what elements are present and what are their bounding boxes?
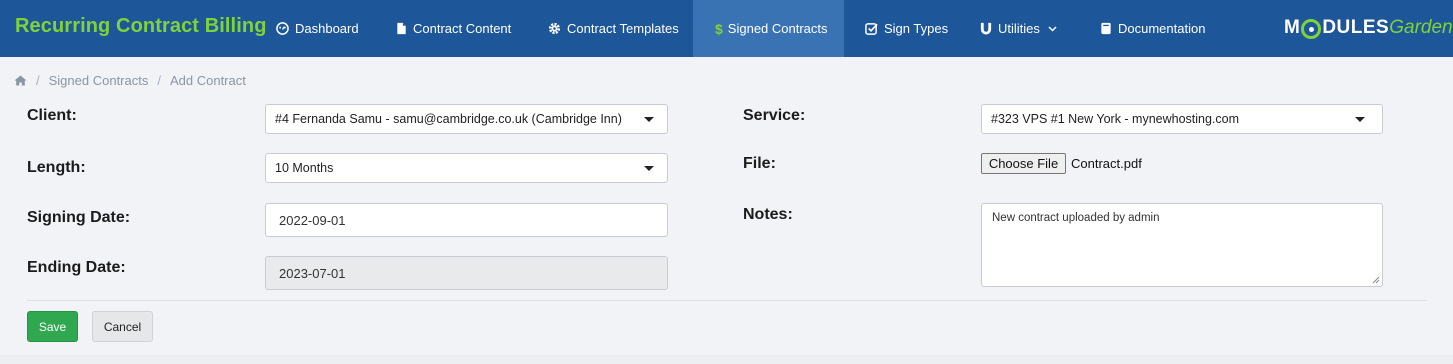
breadcrumb-current: Add Contract [169,72,246,88]
chevron-down-icon [1048,25,1057,32]
client-select-value: #4 Fernanda Samu - samu@cambridge.co.uk … [275,112,622,126]
nav-dashboard-label: Dashboard [295,21,359,36]
book-icon [1101,22,1111,35]
nav-contract-templates[interactable]: Contract Templates [548,0,679,57]
service-label: Service: [743,107,806,124]
nav-dashboard[interactable]: Dashboard [276,0,359,57]
length-select[interactable]: 10 Months [265,153,668,183]
client-select[interactable]: #4 Fernanda Samu - samu@cambridge.co.uk … [265,104,668,134]
nav-documentation-label: Documentation [1118,21,1206,36]
client-label: Client: [27,107,77,124]
notes-label: Notes: [743,206,793,223]
nav-contract-content-label: Contract Content [413,21,512,36]
choose-file-button[interactable]: Choose File [981,153,1066,174]
save-button[interactable]: Save [27,311,78,342]
top-navbar: Recurring Contract Billing Dashboard Con… [0,0,1453,57]
notes-value: New contract uploaded by admin [992,212,1160,224]
nav-signed-contracts[interactable]: $ Signed Contracts [693,0,844,57]
signing-date-input[interactable]: 2022-09-01 [265,203,668,237]
dollar-icon: $ [715,20,723,37]
nav-contract-content[interactable]: Contract Content [396,0,511,57]
length-label: Length: [27,159,86,176]
gear-icon [548,22,561,35]
dropdown-arrow-icon [644,165,654,171]
breadcrumb: / Signed Contracts / Add Contract [14,72,246,88]
nav-utilities[interactable]: Utilities [980,0,1063,57]
app-title[interactable]: Recurring Contract Billing [15,15,267,38]
page-footer-strip [0,355,1453,364]
dropdown-arrow-icon [1355,116,1365,122]
file-name: Contract.pdf [1071,156,1142,171]
service-select[interactable]: #323 VPS #1 New York - mynewhosting.com [981,104,1383,134]
file-icon [397,22,406,35]
length-select-value: 10 Months [275,161,334,175]
dashboard-icon [276,22,289,35]
modulesgarden-logo: M DULES Garden [1284,17,1453,39]
nav-sign-types-label: Sign Types [884,21,949,36]
nav-documentation[interactable]: Documentation [1100,0,1205,57]
ending-date-label: Ending Date: [27,259,126,276]
notes-textarea[interactable]: New contract uploaded by admin [981,203,1383,287]
file-label: File: [743,155,776,172]
checkbox-icon [865,23,878,35]
magnet-icon [980,22,992,35]
home-icon[interactable] [14,75,27,86]
breadcrumb-signed-contracts[interactable]: Signed Contracts [49,73,149,88]
nav-sign-types[interactable]: Sign Types [865,0,948,57]
nav-utilities-label: Utilities [998,21,1040,36]
resize-handle-icon[interactable] [1372,276,1380,284]
ending-date-input: 2023-07-01 [265,256,668,290]
nav-contract-templates-label: Contract Templates [567,21,679,36]
form-divider [27,300,1427,301]
cancel-button[interactable]: Cancel [92,311,153,342]
signing-date-label: Signing Date: [27,209,131,226]
service-select-value: #323 VPS #1 New York - mynewhosting.com [991,112,1240,126]
nav-signed-contracts-label: Signed Contracts [727,21,828,36]
dropdown-arrow-icon [644,116,654,122]
